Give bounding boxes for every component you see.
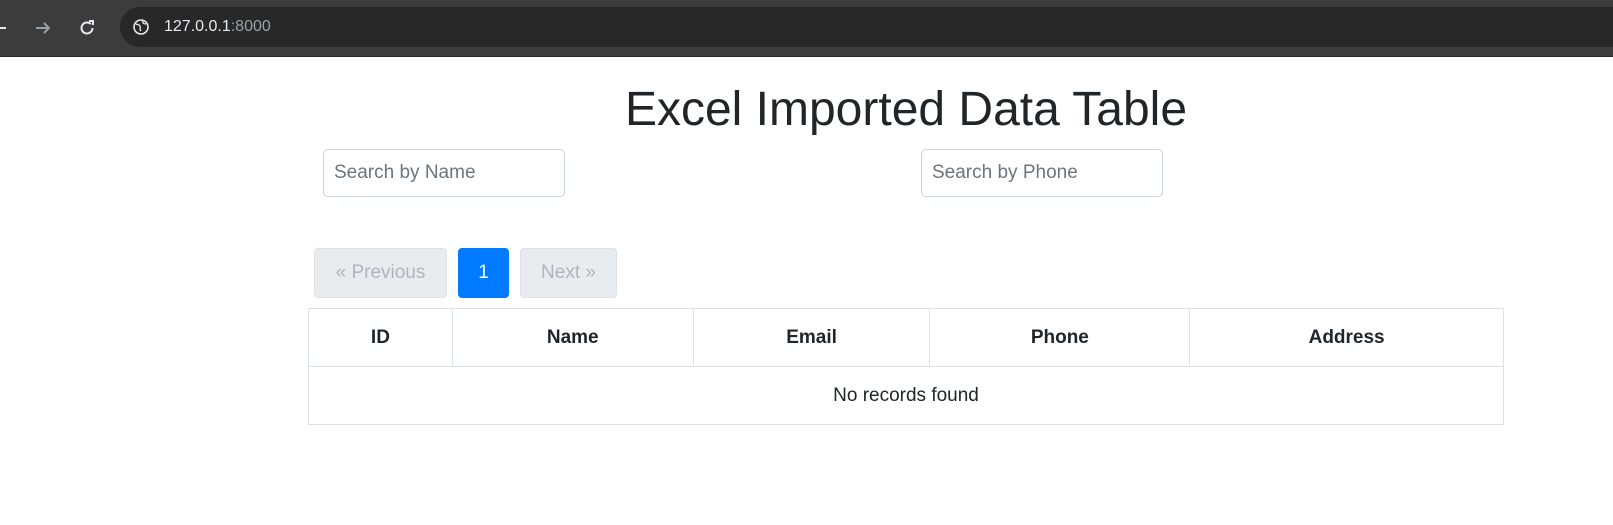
address-bar[interactable]: 127.0.0.1:8000 bbox=[120, 7, 1613, 47]
browser-toolbar: 127.0.0.1:8000 bbox=[0, 0, 1613, 57]
pagination: « Previous 1 Next » bbox=[314, 248, 617, 298]
back-button[interactable] bbox=[0, 13, 14, 43]
arrow-right-icon bbox=[36, 22, 51, 34]
table-row: No records found bbox=[308, 366, 1504, 425]
column-header-email[interactable]: Email bbox=[692, 308, 931, 367]
globe-icon[interactable] bbox=[132, 18, 150, 36]
previous-page-button[interactable]: « Previous bbox=[314, 248, 447, 298]
empty-message: No records found bbox=[308, 366, 1504, 425]
page-content: Excel Imported Data Table « Previous 1 N… bbox=[0, 57, 1613, 525]
reload-icon bbox=[80, 20, 94, 35]
column-header-phone[interactable]: Phone bbox=[929, 308, 1191, 367]
column-header-id[interactable]: ID bbox=[308, 308, 453, 367]
page-title: Excel Imported Data Table bbox=[624, 83, 1188, 136]
column-header-name[interactable]: Name bbox=[451, 308, 694, 367]
search-name-input[interactable] bbox=[323, 149, 565, 197]
column-header-address[interactable]: Address bbox=[1189, 308, 1504, 367]
table-header-row: ID Name Email Phone Address bbox=[308, 308, 1504, 367]
url-host: 127.0.0.1 bbox=[164, 18, 231, 35]
next-page-button[interactable]: Next » bbox=[520, 248, 617, 298]
url-text: 127.0.0.1:8000 bbox=[164, 18, 271, 36]
forward-button[interactable] bbox=[28, 13, 58, 43]
search-phone-input[interactable] bbox=[921, 149, 1163, 197]
url-port: :8000 bbox=[230, 18, 271, 35]
page-1-button[interactable]: 1 bbox=[458, 248, 509, 298]
data-table: ID Name Email Phone Address No records f… bbox=[308, 308, 1504, 425]
arrow-left-icon bbox=[0, 27, 6, 29]
reload-button[interactable] bbox=[72, 13, 102, 43]
